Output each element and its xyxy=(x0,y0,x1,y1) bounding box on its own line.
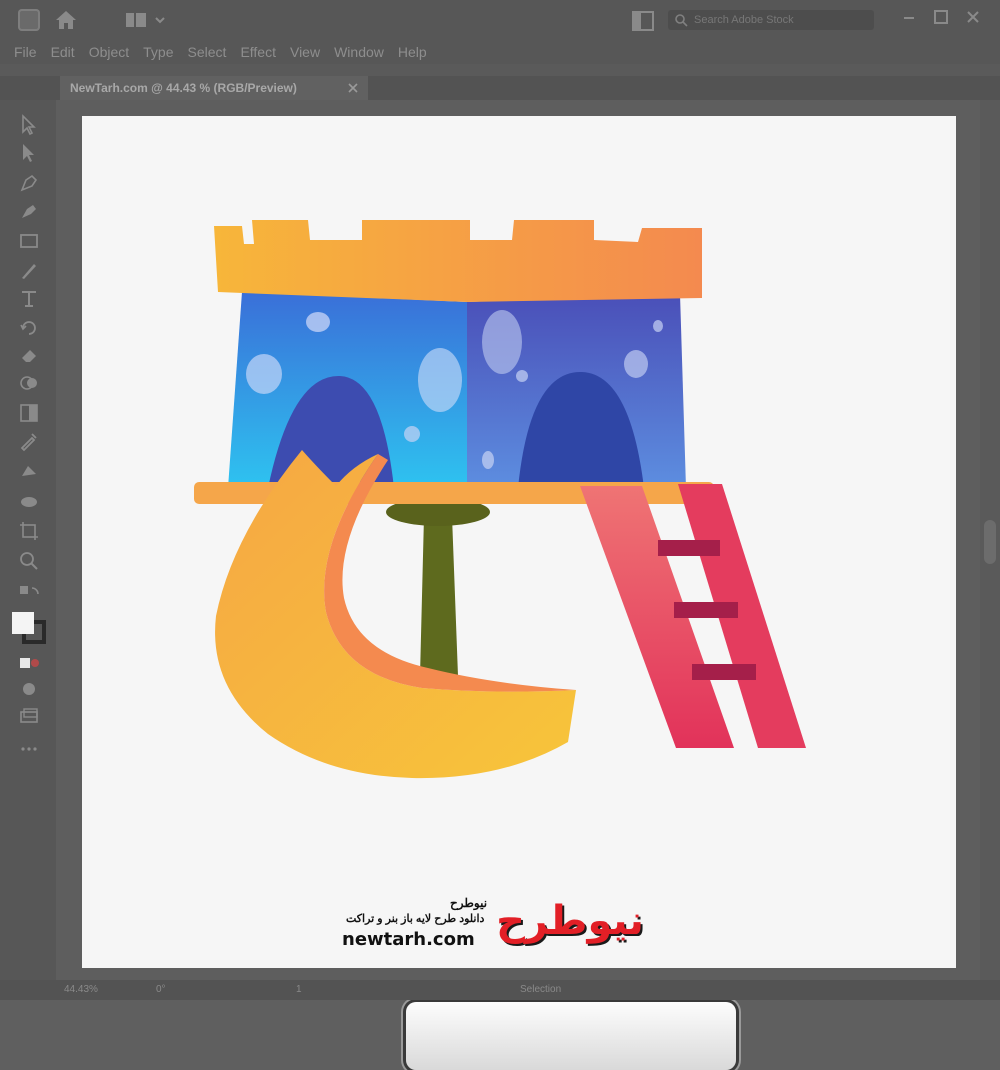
menu-help[interactable]: Help xyxy=(398,44,427,60)
bubble xyxy=(306,312,330,332)
paintbrush-tool-icon[interactable] xyxy=(18,260,40,282)
menu-type[interactable]: Type xyxy=(143,44,173,60)
eraser-tool-icon[interactable] xyxy=(18,344,40,366)
tab-close-icon[interactable] xyxy=(348,83,358,93)
symbol-sprayer-tool-icon[interactable] xyxy=(18,490,40,512)
color-mode-icon[interactable] xyxy=(18,652,40,674)
ladder-rung xyxy=(658,540,720,556)
type-tool-icon[interactable] xyxy=(18,288,40,310)
close-icon[interactable] xyxy=(964,8,982,26)
artboard[interactable] xyxy=(82,116,956,1070)
blend-tool-icon[interactable] xyxy=(18,460,40,482)
menu-select[interactable]: Select xyxy=(188,44,227,60)
search-field[interactable]: Search Adobe Stock xyxy=(668,10,874,30)
swap-colors-icon[interactable] xyxy=(18,584,40,606)
tools-panel xyxy=(0,100,56,980)
fill-stroke-swatch-icon[interactable] xyxy=(10,610,48,644)
illustrator-logo-icon xyxy=(18,9,40,31)
rectangle-tool-icon[interactable] xyxy=(18,230,40,252)
more-tools-icon[interactable] xyxy=(18,738,40,760)
status-bar: 44.43% 0° 1 Selection xyxy=(0,980,1000,1000)
rotation-value[interactable]: 0° xyxy=(156,984,166,995)
pen-tool-icon[interactable] xyxy=(18,172,40,194)
pole-shape xyxy=(420,516,458,676)
bubble xyxy=(482,310,522,374)
current-tool-label: Selection xyxy=(520,984,562,995)
artboard-tool-icon[interactable] xyxy=(18,520,40,542)
watermark-badge xyxy=(406,1002,736,1070)
rotate-tool-icon[interactable] xyxy=(18,316,40,338)
bubble xyxy=(246,354,282,394)
bubble xyxy=(404,426,420,442)
search-placeholder: Search Adobe Stock xyxy=(694,14,794,26)
menu-window[interactable]: Window xyxy=(334,44,384,60)
bubble xyxy=(653,320,663,332)
arrange-icon[interactable] xyxy=(632,11,654,31)
search-icon xyxy=(675,14,688,27)
ladder-rung xyxy=(692,664,756,680)
maximize-icon[interactable] xyxy=(932,8,950,26)
tower-roof xyxy=(214,220,702,302)
curvature-tool-icon[interactable] xyxy=(18,200,40,222)
watermark-tagline: دانلود طرح لایه باز بنر و تراکت xyxy=(346,913,485,925)
eyedropper-tool-icon[interactable] xyxy=(18,430,40,452)
shape-builder-tool-icon[interactable] xyxy=(18,372,40,394)
scroll-thumb[interactable] xyxy=(984,520,996,564)
watermark-brand-fa: نیوطرح xyxy=(450,896,488,910)
playground-tower-illustration[interactable] xyxy=(82,116,956,968)
selection-tool-icon[interactable] xyxy=(18,114,40,136)
zoom-level[interactable]: 44.43% xyxy=(64,984,98,995)
bubble xyxy=(418,348,462,412)
control-bar xyxy=(0,64,1000,76)
bubble xyxy=(482,451,494,469)
menu-view[interactable]: View xyxy=(290,44,320,60)
zoom-tool-icon[interactable] xyxy=(18,550,40,572)
artboard-number[interactable]: 1 xyxy=(296,984,302,995)
workspace-icon[interactable] xyxy=(126,11,170,29)
menu-edit[interactable]: Edit xyxy=(51,44,75,60)
document-tab-bar: NewTarh.com @ 44.43 % (RGB/Preview) xyxy=(0,76,1000,100)
menu-bar: File Edit Object Type Select Effect View… xyxy=(0,40,1000,64)
menu-object[interactable]: Object xyxy=(89,44,129,60)
title-bar: Search Adobe Stock xyxy=(0,0,1000,40)
menu-effect[interactable]: Effect xyxy=(240,44,276,60)
screen-mode-icon[interactable] xyxy=(18,706,40,728)
menu-file[interactable]: File xyxy=(14,44,37,60)
document-tab[interactable]: NewTarh.com @ 44.43 % (RGB/Preview) xyxy=(60,76,368,100)
watermark-url: newtarh.com xyxy=(342,929,475,950)
vertical-scrollbar[interactable] xyxy=(980,100,1000,980)
document-tab-title: NewTarh.com @ 44.43 % (RGB/Preview) xyxy=(70,81,297,95)
direct-selection-tool-icon[interactable] xyxy=(18,142,40,164)
ladder-rung xyxy=(674,602,738,618)
logo-text: نیوطرح xyxy=(496,898,644,944)
minimize-icon[interactable] xyxy=(900,8,918,26)
draw-mode-icon[interactable] xyxy=(18,678,40,700)
home-icon[interactable] xyxy=(54,9,78,31)
bubble xyxy=(624,350,648,378)
bubble xyxy=(516,370,528,382)
newtarh-logo: نیوطرح xyxy=(490,893,650,949)
gradient-tool-icon[interactable] xyxy=(18,402,40,424)
